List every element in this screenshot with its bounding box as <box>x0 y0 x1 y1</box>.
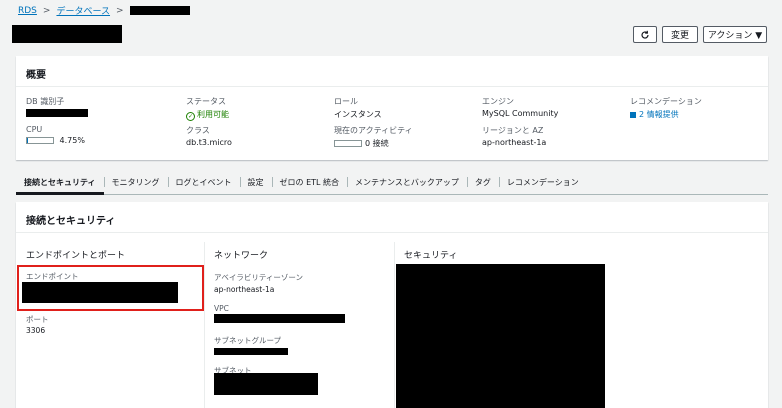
divider <box>16 86 768 87</box>
vpc-label: VPC <box>214 304 229 313</box>
recommendations-label: レコメンデーション <box>630 97 702 106</box>
status-label: ステータス <box>186 97 226 106</box>
recommendations-link[interactable]: 2 情報提供 <box>630 109 702 120</box>
connections-bar <box>334 140 362 147</box>
summary-title: 概要 <box>26 70 46 81</box>
subnet-value-redacted <box>214 373 318 395</box>
column-divider <box>394 242 395 408</box>
role-label: ロール <box>334 97 358 106</box>
activity-label: 現在のアクティビティ <box>334 126 413 135</box>
endpoint-highlight-box <box>17 265 204 311</box>
check-circle-icon: ✓ <box>186 112 195 121</box>
cpu-percent: 4.75% <box>59 136 85 145</box>
db-identifier-label: DB 識別子 <box>26 97 65 106</box>
security-content-redacted <box>396 264 605 408</box>
breadcrumb-rds-link[interactable]: RDS <box>18 6 37 16</box>
engine-label: エンジン <box>482 97 514 106</box>
subnet-group-label: サブネットグループ <box>214 336 282 345</box>
cpu-item: CPU 4.75% <box>26 125 85 145</box>
chevron-right-icon: > <box>116 5 124 16</box>
network-title: ネットワーク <box>214 251 269 261</box>
port-label: ポート <box>26 315 49 324</box>
summary-col-identifier: DB 識別子 CPU 4.75% <box>26 96 88 145</box>
summary-col-engine: エンジン MySQL Community リージョンと AZ ap-northe… <box>482 96 559 147</box>
tab-zero-etl[interactable]: ゼロの ETL 統合 <box>271 170 347 194</box>
summary-col-role: ロール インスタンス 現在のアクティビティ 0 接続 <box>334 96 413 148</box>
activity-value: 0 接続 <box>334 138 413 149</box>
az-label: アベイラビリティーゾーン <box>214 273 304 282</box>
subnet-group-value-redacted[interactable] <box>214 348 288 355</box>
az-value: ap-northeast-1a <box>214 285 275 294</box>
summary-col-recommendations: レコメンデーション 2 情報提供 <box>630 96 702 120</box>
page-title-redacted <box>12 25 122 43</box>
class-value: db.t3.micro <box>186 138 232 147</box>
status-value: ✓ 利用可能 <box>186 109 229 121</box>
class-label: クラス <box>186 126 210 135</box>
port-value: 3306 <box>26 326 46 335</box>
vpc-value-redacted[interactable] <box>214 314 345 323</box>
summary-col-status: ステータス ✓ 利用可能 クラス db.t3.micro <box>186 96 232 147</box>
activity-item: 現在のアクティビティ 0 接続 <box>334 125 413 149</box>
breadcrumb: RDS > データベース > <box>18 4 190 17</box>
connectivity-security-panel: 接続とセキュリティ エンドポイントとポート エンドポイント ポート 3306 ネ… <box>16 202 768 408</box>
region-item: リージョンと AZ ap-northeast-1a <box>482 125 546 147</box>
cpu-label: CPU <box>26 125 43 134</box>
tab-connectivity-security[interactable]: 接続とセキュリティ <box>16 170 104 195</box>
tab-configuration[interactable]: 設定 <box>239 170 272 194</box>
endpoint-port-title: エンドポイントとポート <box>26 251 126 261</box>
class-item: クラス db.t3.micro <box>186 125 232 147</box>
role-value: インスタンス <box>334 110 382 119</box>
column-divider <box>204 242 205 408</box>
tab-maintenance-backups[interactable]: メンテナンスとバックアップ <box>347 170 467 194</box>
connections-text: 0 接続 <box>365 139 389 148</box>
tab-tags[interactable]: タグ <box>466 170 499 194</box>
tab-logs-events[interactable]: ログとイベント <box>167 170 240 194</box>
db-identifier-redacted <box>26 109 88 117</box>
breadcrumb-current-redacted <box>129 6 190 15</box>
engine-value: MySQL Community <box>482 109 559 118</box>
chevron-right-icon: > <box>42 5 51 16</box>
connectivity-title: 接続とセキュリティ <box>26 216 116 227</box>
cpu-progress-bar <box>26 137 54 144</box>
refresh-icon <box>641 30 649 39</box>
breadcrumb-databases-link[interactable]: データベース <box>56 4 110 17</box>
divider <box>16 232 768 233</box>
security-title: セキュリティ <box>404 251 458 261</box>
cpu-value: 4.75% <box>26 136 85 145</box>
status-text: 利用可能 <box>197 110 229 119</box>
refresh-button[interactable] <box>633 26 657 43</box>
tab-recommendations[interactable]: レコメンデーション <box>498 170 587 194</box>
region-label: リージョンと AZ <box>482 126 544 135</box>
tab-monitoring[interactable]: モニタリング <box>103 170 168 194</box>
info-square-icon <box>630 112 636 118</box>
recommendations-text[interactable]: 2 情報提供 <box>639 110 679 119</box>
summary-panel: 概要 DB 識別子 CPU 4.75% ステータス ✓ 利用可能 クラス db.t… <box>16 56 768 160</box>
modify-button[interactable]: 変更 <box>662 26 698 43</box>
actions-dropdown-button[interactable]: アクション ▼ <box>703 26 767 43</box>
detail-tabs: 接続とセキュリティ モニタリング ログとイベント 設定 ゼロの ETL 統合 メ… <box>16 170 768 195</box>
region-value: ap-northeast-1a <box>482 138 547 147</box>
